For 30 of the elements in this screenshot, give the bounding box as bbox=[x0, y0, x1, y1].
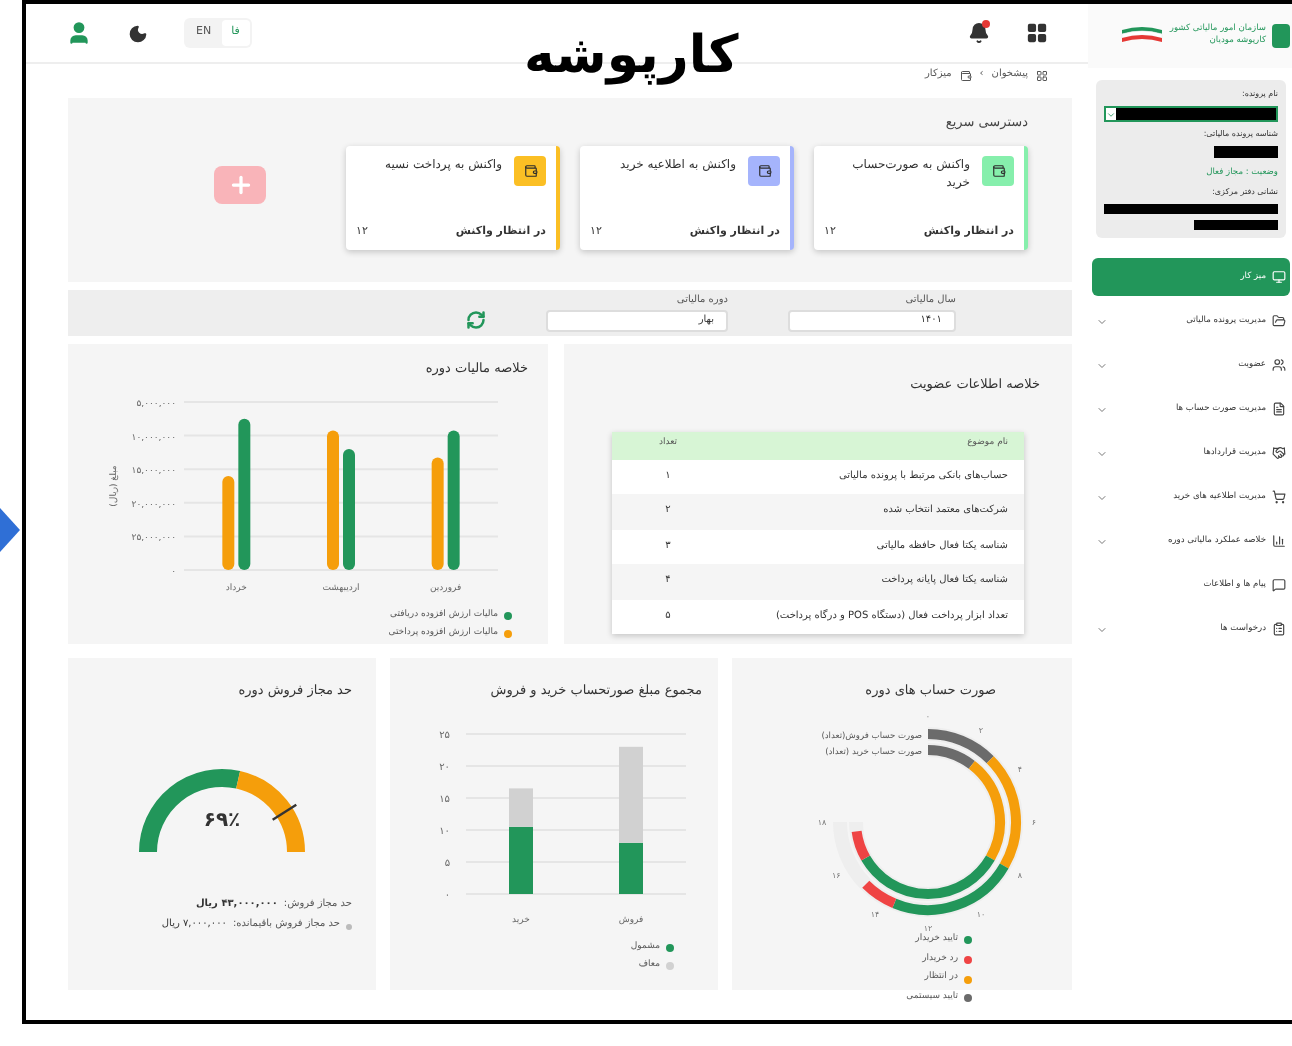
card-icon bbox=[982, 155, 1014, 186]
document-icon bbox=[1272, 402, 1286, 417]
folder-icon bbox=[1272, 314, 1286, 329]
chevron-icon bbox=[1106, 109, 1116, 119]
wallet-icon bbox=[959, 70, 972, 82]
refresh-icon[interactable] bbox=[466, 310, 486, 330]
monitor-icon bbox=[1272, 270, 1286, 285]
card-icon bbox=[748, 155, 780, 186]
flag-icon bbox=[1119, 24, 1164, 48]
gauge-percent: ۶۹٪ bbox=[201, 807, 243, 836]
clipboard-icon bbox=[1272, 622, 1286, 637]
arrow-icon bbox=[0, 508, 20, 552]
redacted-text bbox=[1194, 220, 1278, 231]
notification-button[interactable] bbox=[968, 22, 990, 44]
message-icon bbox=[1272, 578, 1286, 593]
page-title: کارپوشه bbox=[524, 24, 739, 90]
card-icon bbox=[514, 155, 546, 186]
redacted-text bbox=[1214, 146, 1278, 158]
file-select[interactable] bbox=[1104, 106, 1278, 122]
apps-grid-icon[interactable] bbox=[1026, 22, 1048, 44]
moon-icon[interactable] bbox=[128, 23, 148, 43]
cart-icon bbox=[1272, 490, 1286, 505]
handshake-icon bbox=[1272, 446, 1286, 461]
bullet-icon bbox=[346, 923, 352, 929]
user-icon[interactable] bbox=[66, 20, 92, 46]
plus-icon bbox=[227, 171, 253, 198]
bar-chart-icon bbox=[1272, 534, 1286, 549]
users-icon bbox=[1272, 358, 1286, 373]
emblem-icon bbox=[1272, 24, 1290, 48]
dashboard-icon bbox=[1036, 70, 1048, 82]
